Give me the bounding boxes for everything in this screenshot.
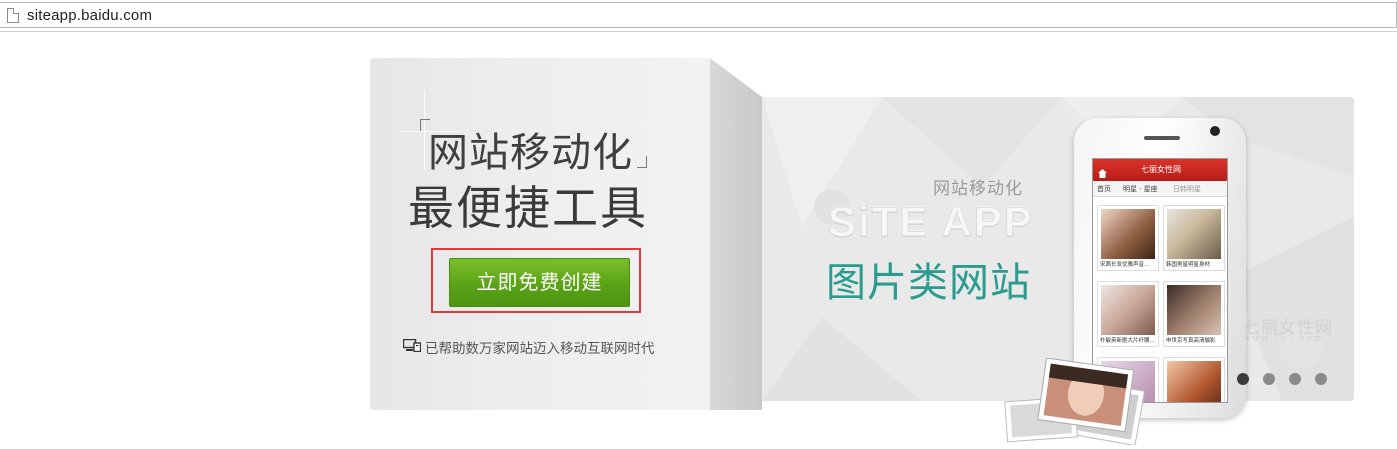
tile-caption: 宋茜长发优雅声音... [1100, 262, 1150, 268]
slide-dot-2[interactable] [1263, 373, 1275, 385]
app-tile: 朴敏英新剧大片纤腰... [1097, 281, 1159, 347]
app-nav: 首页 明星 · 星座 日韩明星 [1093, 181, 1227, 197]
app-tile [1163, 357, 1225, 402]
app-tile: 韩国男星明星身材 [1163, 205, 1225, 271]
tile-photo [1167, 285, 1221, 335]
devices-icon [402, 338, 422, 353]
tile-caption: 韩国男星明星身材 [1166, 262, 1211, 268]
slide-dot-3[interactable] [1289, 373, 1301, 385]
banner-background [762, 97, 1354, 401]
app-tile: 宋茜长发优雅声音... [1097, 205, 1159, 271]
app-header: 七丽女性网 [1093, 159, 1227, 181]
tile-photo [1101, 209, 1155, 259]
url-text[interactable]: siteapp.baidu.com [27, 7, 152, 24]
phone-camera [1210, 126, 1220, 136]
banner-slide[interactable] [762, 97, 1354, 401]
app-nav-item: 日韩明星 [1173, 185, 1201, 193]
headline-secondary: 最便捷工具 [408, 181, 648, 235]
app-nav-item: 首页 [1097, 185, 1111, 193]
url-field[interactable]: siteapp.baidu.com [0, 2, 1397, 28]
slide-dot-4[interactable] [1315, 373, 1327, 385]
banner-title: SiTE APP [828, 198, 1034, 246]
note-text: 已帮助数万家网站迈入移动互联网时代 [425, 341, 655, 357]
browser-address-bar: siteapp.baidu.com [0, 0, 1397, 32]
bracket-right [637, 156, 647, 168]
tile-caption: 申世京写真高清摄影 [1166, 338, 1216, 344]
banner-category: 图片类网站 [826, 260, 1031, 306]
tile-photo [1167, 361, 1221, 402]
hero-panel-fold [710, 58, 762, 410]
phone-speaker [1144, 136, 1180, 140]
home-icon [1098, 165, 1107, 178]
watermark-url: www.7y7.com [1243, 333, 1324, 344]
tile-photo [1101, 285, 1155, 335]
photo-stack [1000, 357, 1160, 447]
create-free-button[interactable]: 立即免费创建 [449, 258, 630, 307]
app-title: 七丽女性网 [1141, 165, 1181, 174]
app-tile: 申世京写真高清摄影 [1163, 281, 1225, 347]
page-icon [7, 8, 19, 23]
tile-caption: 朴敏英新剧大片纤腰... [1100, 338, 1155, 344]
tile-photo [1167, 209, 1221, 259]
app-nav-item: 明星 · 星座 [1123, 185, 1158, 193]
banner-subtitle: 网站移动化 [933, 179, 1023, 199]
slide-dot-1[interactable] [1237, 373, 1249, 385]
headline-primary: 网站移动化 [428, 130, 633, 176]
